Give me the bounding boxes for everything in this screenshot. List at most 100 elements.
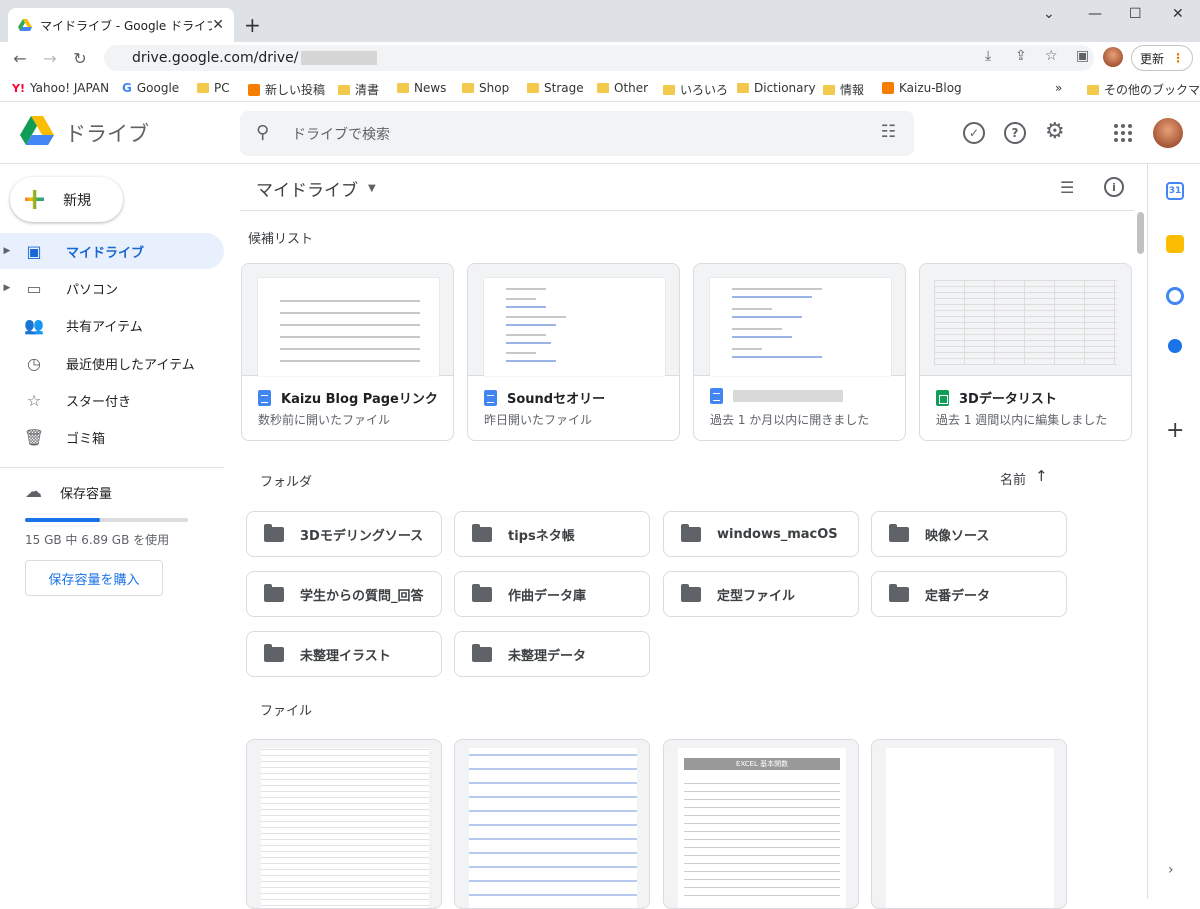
expand-arrow-icon[interactable]: ▶ xyxy=(0,283,14,293)
google-apps-icon[interactable] xyxy=(1114,124,1132,142)
maximize-icon[interactable]: ☐ xyxy=(1129,6,1142,22)
bookmark-other[interactable]: Other xyxy=(597,81,648,95)
help-icon[interactable]: ? xyxy=(1004,122,1026,144)
add-addon-icon[interactable]: + xyxy=(1166,418,1184,443)
file-card[interactable]: EXCEL 基本関数 xyxy=(663,739,859,909)
trash-icon: 🗑 xyxy=(23,427,45,447)
search-input[interactable]: ドライブで検索 xyxy=(292,124,390,144)
tab-close-icon[interactable]: ✕ xyxy=(212,17,224,33)
sidebar-item-recent[interactable]: ◷ 最近使用したアイテム xyxy=(0,345,224,381)
bookmark-strage[interactable]: Strage xyxy=(527,81,584,95)
profile-avatar[interactable] xyxy=(1103,47,1123,67)
bookmark-new-post[interactable]: 新しい投稿 xyxy=(248,81,325,98)
bookmark-star-icon[interactable]: ☆ xyxy=(1045,48,1058,64)
drive-logo-icon[interactable] xyxy=(20,116,54,146)
bookmark-kaizu-blog[interactable]: Kaizu-Blog xyxy=(882,81,962,95)
file-thumbnail xyxy=(469,748,637,908)
sidebar-item-starred[interactable]: ☆ スター付き xyxy=(0,382,224,418)
info-icon[interactable]: i xyxy=(1104,177,1124,197)
folder-icon xyxy=(472,643,492,662)
expand-arrow-icon[interactable]: ▶ xyxy=(0,246,14,256)
buy-storage-button[interactable]: 保存容量を購入 xyxy=(25,560,163,596)
bookmark-info[interactable]: 情報 xyxy=(823,81,864,98)
folder-item[interactable]: 作曲データ庫 xyxy=(454,571,650,617)
folder-item[interactable]: 映像ソース xyxy=(871,511,1067,557)
sort-by-name[interactable]: 名前 xyxy=(1000,469,1026,488)
folder-item[interactable]: 学生からの質問_回答 xyxy=(246,571,442,617)
sidebar-item-trash[interactable]: 🗑 ゴミ箱 xyxy=(0,419,224,455)
browser-tab[interactable]: マイドライブ - Google ドライブ ✕ xyxy=(8,8,234,42)
file-card[interactable] xyxy=(871,739,1067,909)
file-activity: 過去 1 か月以内に開きました xyxy=(710,413,870,427)
folder-item[interactable]: 定型ファイル xyxy=(663,571,859,617)
share-icon[interactable]: ⇪ xyxy=(1015,48,1027,64)
new-tab-icon[interactable]: + xyxy=(244,13,261,37)
suggested-card[interactable]: Soundセオリー 昨日開いたファイル xyxy=(467,263,680,441)
tasks-icon[interactable] xyxy=(1166,287,1184,305)
bookmark-yahoo[interactable]: Y! Yahoo! JAPAN xyxy=(12,81,109,95)
bookmark-iroiro[interactable]: いろいろ xyxy=(663,81,728,98)
file-name-redacted xyxy=(733,390,843,402)
side-panel-icon[interactable]: ▣ xyxy=(1076,48,1089,64)
suggested-card[interactable]: Kaizu Blog Pageリンク 数秒前に開いたファイル xyxy=(241,263,454,441)
sidebar-item-shared[interactable]: 👥 共有アイテム xyxy=(0,307,224,343)
minimize-icon[interactable]: — xyxy=(1088,6,1102,22)
sort-direction-arrow-icon[interactable]: ↑ xyxy=(1035,467,1048,485)
list-view-icon[interactable]: ☰ xyxy=(1060,178,1074,197)
folder-item[interactable]: 3Dモデリングソース xyxy=(246,511,442,557)
my-drive-icon: ▣ xyxy=(26,241,42,261)
main-scrollbar[interactable] xyxy=(1134,210,1146,899)
scrollbar-thumb[interactable] xyxy=(1137,212,1144,254)
tab-title: マイドライブ - Google ドライブ xyxy=(40,18,213,33)
calendar-icon[interactable]: 31 xyxy=(1166,182,1184,200)
search-options-icon[interactable]: ☷ xyxy=(881,122,896,142)
plus-icon: + xyxy=(22,181,48,217)
sidebar-item-computers[interactable]: ▶ ▭ パソコン xyxy=(0,270,224,306)
keep-icon[interactable] xyxy=(1166,235,1184,253)
folder-icon xyxy=(472,583,492,602)
file-thumbnail xyxy=(886,748,1054,908)
search-bar[interactable]: ⚲ ドライブで検索 ☷ xyxy=(240,111,914,156)
settings-gear-icon[interactable]: ⚙ xyxy=(1045,119,1065,144)
sidebar-item-my-drive[interactable]: ▶ ▣ マイドライブ xyxy=(0,233,224,269)
expand-panel-icon[interactable]: › xyxy=(1168,862,1174,878)
bookmark-other-bookmarks[interactable]: その他のブックマーク xyxy=(1087,81,1200,98)
file-activity: 数秒前に開いたファイル xyxy=(258,413,391,427)
bookmark-seisho[interactable]: 清書 xyxy=(338,81,379,98)
files-heading: ファイル xyxy=(260,704,313,719)
bookmark-pc[interactable]: PC xyxy=(197,81,230,95)
new-button[interactable]: + 新規 xyxy=(10,177,123,222)
bookmark-news[interactable]: News xyxy=(397,81,446,95)
account-avatar[interactable] xyxy=(1153,118,1183,148)
forward-icon[interactable]: → xyxy=(35,49,65,68)
file-card[interactable] xyxy=(246,739,442,909)
bookmark-shop[interactable]: Shop xyxy=(462,81,509,95)
file-card[interactable] xyxy=(454,739,650,909)
folder-item[interactable]: tipsネタ帳 xyxy=(454,511,650,557)
folder-item[interactable]: windows_macOS xyxy=(663,511,859,557)
sidebar-item-storage[interactable]: ☁ 保存容量 xyxy=(25,482,112,502)
folder-item[interactable]: 未整理イラスト xyxy=(246,631,442,677)
bookmark-dictionary[interactable]: Dictionary xyxy=(737,81,816,95)
url-field[interactable]: drive.google.com/drive/ xyxy=(104,45,1094,71)
install-icon[interactable]: ⤓ xyxy=(985,48,991,64)
bookmark-google[interactable]: G Google xyxy=(122,81,179,95)
folder-icon xyxy=(663,84,675,95)
update-button[interactable]: 更新 ⋮ xyxy=(1131,45,1193,71)
suggested-card[interactable]: 3Dデータリスト 過去 1 週間以内に編集しました xyxy=(919,263,1132,441)
window-close-icon[interactable]: ✕ xyxy=(1172,6,1184,22)
folder-item[interactable]: 未整理データ xyxy=(454,631,650,677)
suggested-card[interactable]: 過去 1 か月以内に開きました xyxy=(693,263,906,441)
bookmarks-bar: Y! Yahoo! JAPAN G Google PC 新しい投稿 清書 News … xyxy=(0,74,1200,102)
bookmarks-overflow[interactable]: » xyxy=(1055,81,1062,95)
reload-icon[interactable]: ↻ xyxy=(65,49,95,68)
app-title[interactable]: ドライブ xyxy=(65,118,149,148)
search-icon[interactable]: ⚲ xyxy=(256,122,269,143)
folder-item[interactable]: 定番データ xyxy=(871,571,1067,617)
my-drive-menu[interactable]: マイドライブ ▼ xyxy=(256,176,376,201)
contacts-icon[interactable] xyxy=(1168,339,1182,353)
tab-search-icon[interactable]: ⌄ xyxy=(1043,6,1055,22)
storage-usage-text: 15 GB 中 6.89 GB を使用 xyxy=(25,533,170,547)
offline-ready-icon[interactable]: ✓ xyxy=(963,122,985,144)
back-icon[interactable]: ← xyxy=(5,49,35,68)
